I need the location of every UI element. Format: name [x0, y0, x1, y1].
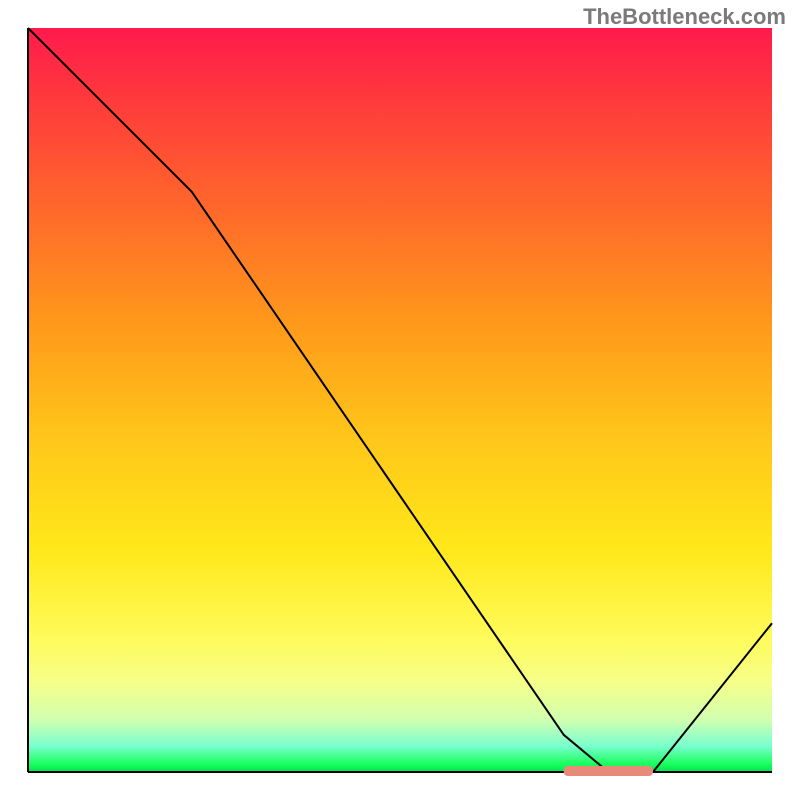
chart-svg — [0, 0, 800, 800]
bottleneck-curve — [28, 28, 772, 772]
highlight-marker — [564, 766, 653, 776]
watermark-text: TheBottleneck.com — [583, 4, 786, 30]
